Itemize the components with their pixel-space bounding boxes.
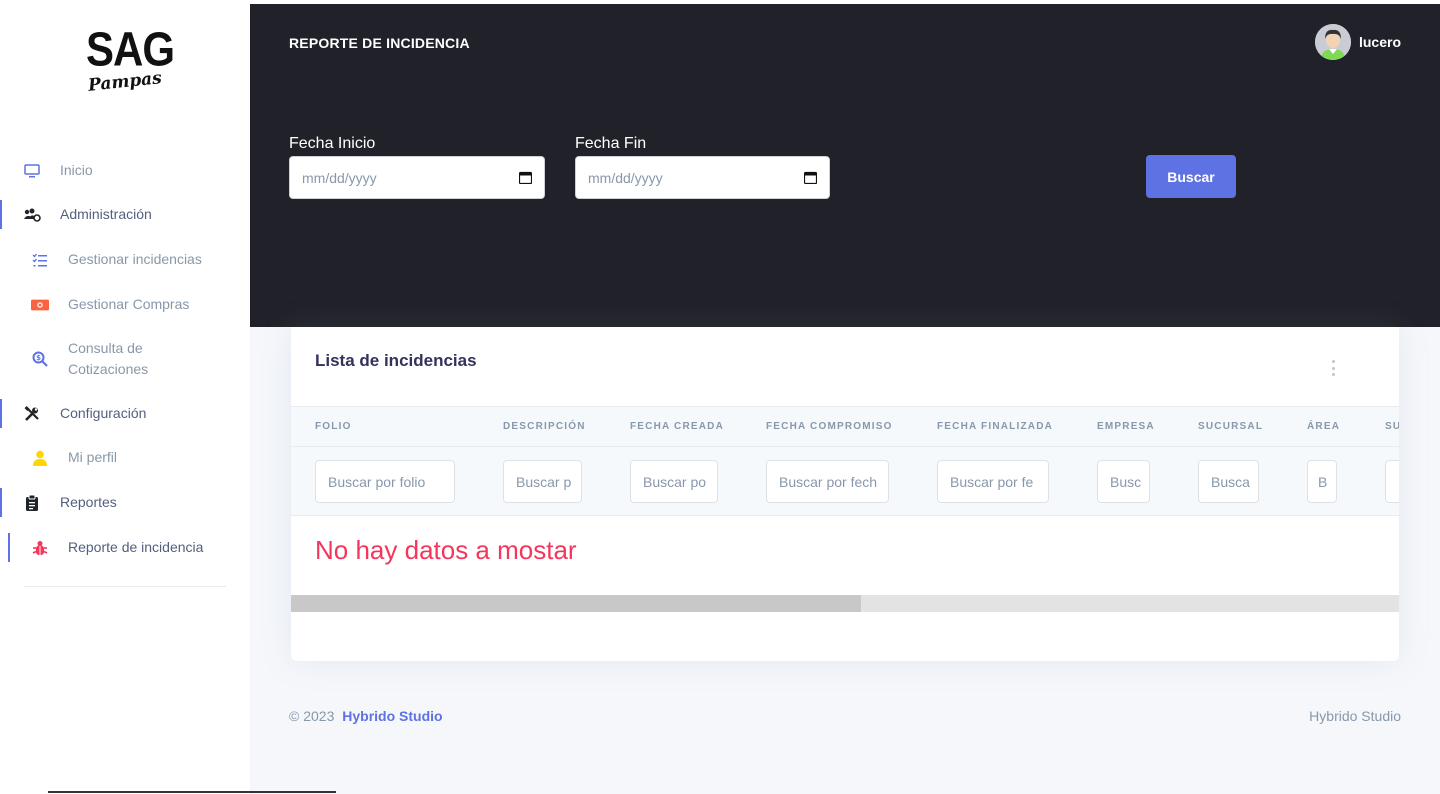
scrollbar-thumb[interactable] xyxy=(291,595,861,612)
sidebar-item-label: Consulta de xyxy=(68,340,143,356)
column-header-folio[interactable]: FOLIO xyxy=(315,407,352,446)
buscar-button[interactable]: Buscar xyxy=(1146,155,1236,198)
sidebar-item-administracion[interactable]: Administración xyxy=(0,200,250,229)
calendar-icon[interactable] xyxy=(518,171,532,185)
footer-right-link[interactable]: Hybrido Studio xyxy=(1309,708,1401,724)
user-name[interactable]: lucero xyxy=(1359,34,1401,50)
user-icon xyxy=(31,449,49,467)
sidebar-item-label: Gestionar Compras xyxy=(68,296,190,312)
money-bill-icon xyxy=(31,296,49,314)
sidebar-item-label-group: Consulta de Cotizaciones xyxy=(68,338,148,380)
column-header-area[interactable]: ÁREA xyxy=(1307,407,1340,446)
empty-message: No hay datos a mostar xyxy=(315,535,577,565)
sidebar: SAG Pampas xyxy=(0,4,250,794)
sidebar-item-label-line2: Cotizaciones xyxy=(68,361,149,377)
sidebar-item-configuracion[interactable]: Configuración xyxy=(0,399,250,428)
fecha-inicio-input[interactable]: mm/dd/yyyy xyxy=(289,156,545,199)
fecha-inicio-placeholder: mm/dd/yyyy xyxy=(302,169,377,186)
sidebar-item-reporte-incidencia[interactable]: Reporte de incidencia xyxy=(0,533,250,562)
user-menu[interactable]: lucero xyxy=(1314,24,1401,60)
filter-fecha-creada-input[interactable]: Buscar po xyxy=(630,460,718,503)
filter-area-input[interactable]: B xyxy=(1307,460,1337,503)
filter-empresa-input[interactable]: Busc xyxy=(1097,460,1150,503)
logo-main: SAG xyxy=(86,21,175,76)
column-header-su[interactable]: SU xyxy=(1385,407,1399,446)
search-dollar-icon: $ xyxy=(31,350,49,368)
bug-icon xyxy=(31,539,49,557)
fecha-inicio-label: Fecha Inicio xyxy=(289,135,376,152)
page-header: REPORTE DE INCIDENCIA lucero Fecha Inici… xyxy=(250,4,1440,327)
filter-fecha-finalizada-input[interactable]: Buscar por fe xyxy=(937,460,1049,503)
sidebar-item-reportes[interactable]: Reportes xyxy=(0,488,250,517)
filter-su-input[interactable] xyxy=(1385,460,1399,503)
incidencias-card: Lista de incidencias FOLIO DESCRIPCIÓN F… xyxy=(291,327,1399,661)
sidebar-item-label: Reporte de incidencia xyxy=(68,539,204,555)
more-options-icon[interactable] xyxy=(1329,360,1337,376)
fecha-fin-label: Fecha Fin xyxy=(575,135,647,152)
page-title: REPORTE DE INCIDENCIA xyxy=(289,35,470,51)
brand-logo[interactable]: SAG Pampas xyxy=(86,21,175,104)
column-header-empresa[interactable]: EMPRESA xyxy=(1097,407,1155,446)
sidebar-item-consulta-cotizaciones[interactable]: $ Consulta de Cotizaciones xyxy=(0,338,250,380)
column-header-fecha-creada[interactable]: FECHA CREADA xyxy=(630,407,724,446)
sidebar-item-mi-perfil[interactable]: Mi perfil xyxy=(0,447,250,468)
sidebar-item-inicio[interactable]: Inicio xyxy=(0,160,250,181)
column-header-fecha-finalizada[interactable]: FECHA FINALIZADA xyxy=(937,407,1053,446)
filter-sucursal-input[interactable]: Busca xyxy=(1198,460,1259,503)
sidebar-item-gestionar-incidencias[interactable]: Gestionar incidencias xyxy=(0,249,250,270)
bottom-edge-line xyxy=(48,791,336,793)
column-header-descripcion[interactable]: DESCRIPCIÓN xyxy=(503,407,586,446)
sidebar-item-label: Gestionar incidencias xyxy=(68,251,202,267)
sidebar-item-label: Administración xyxy=(60,206,152,222)
clipboard-icon xyxy=(23,494,41,512)
sidebar-item-gestionar-compras[interactable]: Gestionar Compras xyxy=(0,294,250,315)
sidebar-item-label: Reportes xyxy=(60,494,117,510)
sidebar-divider xyxy=(24,586,226,587)
sidebar-item-label: Configuración xyxy=(60,405,147,421)
horizontal-scrollbar[interactable] xyxy=(291,595,1399,612)
avatar[interactable] xyxy=(1314,24,1351,60)
copyright-text: © 2023 xyxy=(289,708,335,724)
monitor-icon xyxy=(23,162,41,180)
users-cog-icon xyxy=(23,206,41,224)
sidebar-item-label: Inicio xyxy=(60,162,93,178)
card-title: Lista de incidencias xyxy=(315,351,477,370)
sidebar-item-label: Mi perfil xyxy=(68,449,118,465)
column-header-fecha-compromiso[interactable]: FECHA COMPROMISO xyxy=(766,407,893,446)
column-header-sucursal[interactable]: SUCURSAL xyxy=(1198,407,1263,446)
filter-descripcion-input[interactable]: Buscar p xyxy=(503,460,582,503)
calendar-icon[interactable] xyxy=(803,171,817,185)
fecha-fin-input[interactable]: mm/dd/yyyy xyxy=(575,156,830,199)
filter-folio-input[interactable]: Buscar por folio xyxy=(315,460,455,503)
table-header: FOLIO DESCRIPCIÓN FECHA CREADA FECHA COM… xyxy=(291,406,1399,447)
footer-brand-link[interactable]: Hybrido Studio xyxy=(342,708,442,724)
tools-icon xyxy=(23,405,41,423)
footer-copyright: © 2023 Hybrido Studio xyxy=(289,708,443,724)
list-check-icon xyxy=(31,251,49,269)
filter-fecha-compromiso-input[interactable]: Buscar por fech xyxy=(766,460,889,503)
filter-row: Buscar por folio Buscar p Buscar po Busc… xyxy=(291,447,1399,516)
fecha-fin-placeholder: mm/dd/yyyy xyxy=(588,169,663,186)
svg-text:$: $ xyxy=(36,354,41,362)
